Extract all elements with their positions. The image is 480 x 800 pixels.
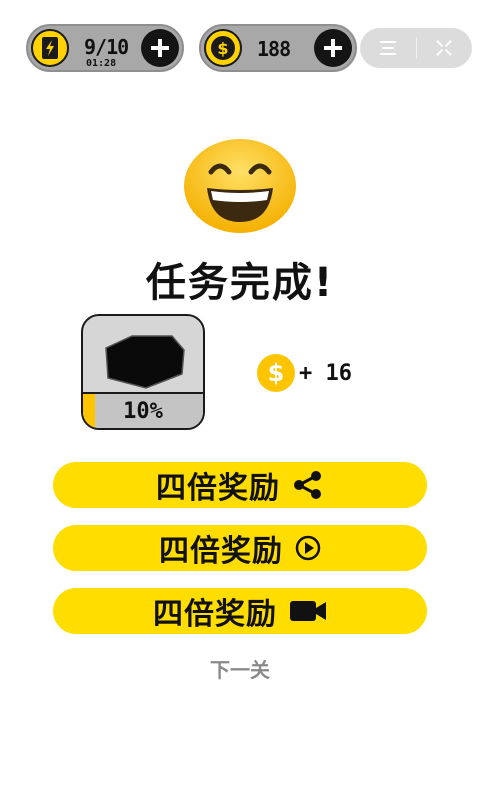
plus-icon <box>324 39 342 57</box>
reward-amount: + 16 <box>299 360 352 386</box>
grinning-face-emoji <box>183 138 297 234</box>
button-label: 四倍奖励 <box>153 597 277 632</box>
coin-reward: $ + 16 <box>257 353 352 393</box>
video-camera-icon <box>289 599 327 623</box>
quadruple-reward-share-button[interactable]: 四倍奖励 <box>53 462 427 508</box>
energy-pill: 9/10 01:28 <box>26 24 184 72</box>
button-label: 四倍奖励 <box>159 534 283 569</box>
quadruple-reward-play-button[interactable]: 四倍奖励 <box>53 525 427 571</box>
dark-shape-icon <box>105 335 185 389</box>
system-capsule <box>360 28 472 68</box>
next-level-link[interactable]: 下一关 <box>0 654 480 683</box>
dollar-coin-icon: $ <box>257 354 295 392</box>
progress-percent: 10% <box>123 399 163 424</box>
energy-value: 9/10 <box>84 35 129 59</box>
close-icon <box>436 40 452 56</box>
add-coins-button[interactable] <box>314 29 352 67</box>
menu-icon <box>379 41 396 55</box>
coins-value: 188 <box>257 37 291 61</box>
progress-card: 10% <box>81 314 205 430</box>
plus-icon <box>151 39 169 57</box>
menu-button[interactable] <box>360 28 416 68</box>
add-energy-button[interactable] <box>141 29 179 67</box>
page-title: 任务完成! <box>145 260 335 306</box>
play-circle-icon <box>295 535 321 561</box>
energy-timer: 01:28 <box>86 58 117 69</box>
button-label: 四倍奖励 <box>156 471 280 506</box>
share-icon <box>292 469 324 501</box>
dollar-coin-icon: $ <box>204 29 242 67</box>
coins-pill: $ 188 <box>199 24 357 72</box>
close-button[interactable] <box>417 28 473 68</box>
quadruple-reward-video-button[interactable]: 四倍奖励 <box>53 588 427 634</box>
lightning-card-icon <box>31 29 69 67</box>
